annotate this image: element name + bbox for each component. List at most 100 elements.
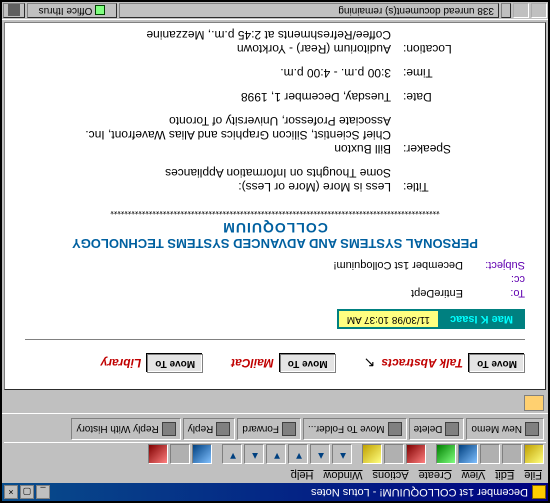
move-to-talk-abstracts-label: Talk Abstracts (381, 357, 463, 371)
announcement-line1: PERSONAL SYSTEMS AND ADVANCED SYSTEMS TE… (29, 236, 521, 251)
tab-bar (2, 392, 548, 414)
move-to-mailcat-label: MailCat (231, 357, 274, 371)
menu-file[interactable]: File (524, 469, 542, 481)
action-reply-label: Reply (188, 424, 214, 435)
location-value: Auditorium (Rear) - Yorktown Coffee/Refr… (49, 28, 391, 56)
tool-print-icon[interactable] (436, 444, 456, 464)
action-move-folder[interactable]: Move To Folder... (303, 418, 407, 440)
action-forward[interactable]: Forward (237, 418, 301, 440)
action-delete[interactable]: Delete (409, 418, 465, 440)
separator-stars: ****************************************… (19, 206, 531, 216)
reply-history-icon (162, 422, 176, 436)
sender-name: Mae K Isaac (440, 311, 523, 327)
status-server-label: Office Ithrus (39, 5, 93, 16)
sender-box: Mae K Isaac 11/30/98 10:37 AM (337, 309, 525, 329)
menu-create[interactable]: Create (419, 469, 452, 481)
location-line1: Auditorium (Rear) - Yorktown (49, 42, 391, 56)
menu-view[interactable]: View (462, 469, 486, 481)
document-tab-icon[interactable] (524, 395, 544, 411)
close-button[interactable]: × (4, 485, 18, 499)
status-trash-icon (8, 5, 20, 17)
server-status-icon (95, 6, 105, 16)
status-bump-2[interactable] (513, 3, 529, 18)
nav-prev-icon[interactable] (310, 444, 330, 464)
status-pane-empty1 (501, 3, 511, 18)
action-reply[interactable]: Reply (183, 418, 236, 440)
status-bump-1[interactable] (531, 3, 547, 18)
tool-cut-icon[interactable] (406, 444, 426, 464)
time-value: 3:00 p.m. - 4:00 p.m. (49, 66, 391, 80)
status-trash-pane[interactable] (3, 3, 25, 18)
memo-icon (525, 422, 539, 436)
divider (25, 339, 525, 340)
action-reply-history-label: Reply With History (76, 424, 158, 435)
app-icon (532, 485, 546, 499)
trash-icon (445, 422, 459, 436)
cc-label: cc: (463, 273, 525, 285)
speaker-line1: Bill Buxton (49, 142, 391, 156)
action-move-folder-label: Move To Folder... (308, 424, 385, 435)
time-label: Time: (391, 66, 481, 80)
speaker-line3: Associate Professor, University of Toron… (49, 114, 391, 128)
forward-icon (282, 422, 296, 436)
title-label: Title: (391, 166, 481, 194)
status-server: Office Ithrus (27, 3, 117, 18)
action-forward-label: Forward (242, 424, 279, 435)
tool-mail-icon[interactable] (458, 444, 478, 464)
move-to-row: Move To Talk Abstracts ↖ Move To MailCat… (25, 354, 525, 373)
message-headers: To: EntireDept cc: Subject: December 1st… (25, 259, 525, 299)
title-value: Less is More (More or Less): Some Though… (49, 166, 391, 194)
folder-move-icon (388, 422, 402, 436)
menu-help[interactable]: Help (291, 469, 314, 481)
sender-timestamp: 11/30/98 10:37 AM (339, 311, 440, 327)
event-details: Title: Less is More (More or Less): Some… (49, 28, 481, 194)
action-reply-history[interactable]: Reply With History (71, 418, 180, 440)
location-label: Location: (391, 28, 481, 56)
move-to-library-button[interactable]: Move To (147, 354, 203, 373)
window-titlebar: December 1st COLLOQUIUM! - Lotus Notes _… (2, 483, 548, 501)
location-line2: Coffee/Refreshments at 2:45 p.m., Mezzan… (49, 28, 391, 42)
announcement-line2: COLLOQUIUM (29, 220, 521, 236)
menu-actions[interactable]: Actions (373, 469, 409, 481)
toolbar-area: New Memo Delete Move To Folder... Forwar… (2, 414, 548, 467)
subject-label: Subject: (463, 259, 525, 271)
speaker-value: Bill Buxton Chief Scientist, Silicon Gra… (49, 114, 391, 156)
speaker-label: Speaker: (391, 114, 481, 156)
move-to-talk-abstracts-button[interactable]: Move To (469, 354, 525, 373)
cc-value (25, 273, 463, 285)
date-value: Tuesday, December 1, 1998 (49, 90, 391, 104)
status-unread: 338 unread document(s) remaining (119, 3, 499, 18)
to-label: To: (463, 287, 525, 299)
nav-up-icon[interactable] (244, 444, 264, 464)
nav-next-icon[interactable] (288, 444, 308, 464)
date-label: Date: (391, 90, 481, 104)
nav-down-icon[interactable] (222, 444, 242, 464)
tool-properties-icon[interactable] (480, 444, 500, 464)
speaker-line2: Chief Scientist, Silicon Graphics and Al… (49, 128, 391, 142)
minimize-button[interactable]: _ (36, 485, 50, 499)
tool-help-icon[interactable] (170, 444, 190, 464)
status-bar: 338 unread document(s) remaining Office … (2, 2, 548, 20)
subject-value: December 1st Colloquium! (25, 259, 463, 271)
action-new-memo[interactable]: New Memo (466, 418, 544, 440)
maximize-button[interactable]: ▢ (20, 485, 34, 499)
to-value: EntireDept (25, 287, 463, 299)
nav-first-icon[interactable] (332, 444, 352, 464)
menu-edit[interactable]: Edit (495, 469, 514, 481)
menu-window[interactable]: Window (323, 469, 362, 481)
title-value-line1: Less is More (More or Less): (49, 180, 391, 194)
nav-last-icon[interactable] (266, 444, 286, 464)
tool-copy-icon[interactable] (384, 444, 404, 464)
message-pane: Move To Talk Abstracts ↖ Move To MailCat… (4, 22, 546, 390)
reply-icon (216, 422, 230, 436)
action-new-memo-label: New Memo (471, 424, 522, 435)
tool-stop-icon[interactable] (148, 444, 168, 464)
tool-save-icon[interactable] (502, 444, 522, 464)
tool-open-icon[interactable] (524, 444, 544, 464)
action-delete-label: Delete (414, 424, 443, 435)
tool-paste-icon[interactable] (362, 444, 382, 464)
menu-bar: File Edit View Create Actions Window Hel… (2, 467, 548, 483)
tool-search-icon[interactable] (192, 444, 212, 464)
move-to-mailcat-button[interactable]: Move To (280, 354, 336, 373)
title-value-line2: Some Thoughts on Information Appliances (49, 166, 391, 180)
